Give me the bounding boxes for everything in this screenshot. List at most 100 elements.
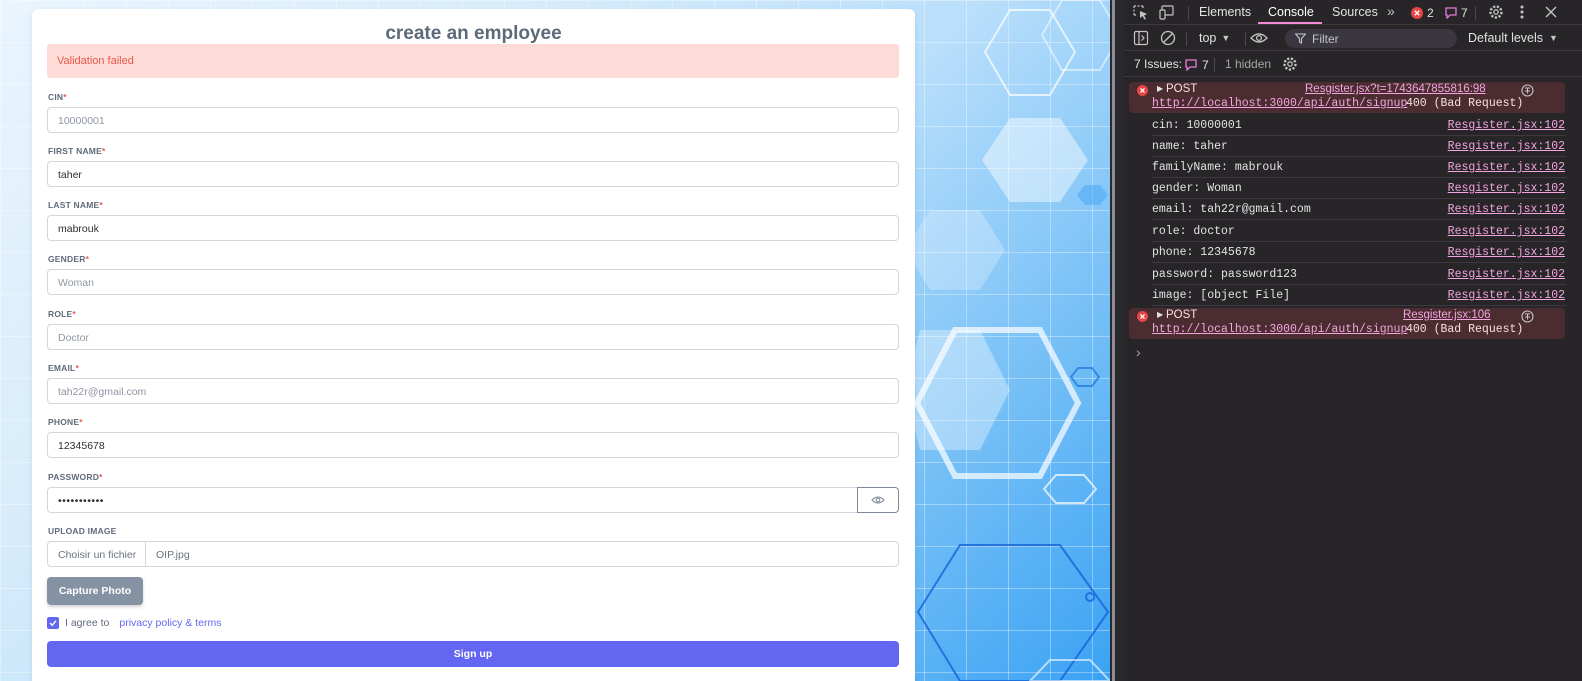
choose-file-button[interactable]: Choisir un fichier xyxy=(48,542,146,566)
console-error-message[interactable]: ▶ POST Resgister.jsx:106 http://localhos… xyxy=(1129,308,1565,339)
log-source-link[interactable]: Resgister.jsx:102 xyxy=(1448,203,1565,216)
expand-triangle-icon[interactable]: ▶ xyxy=(1157,84,1163,93)
close-icon[interactable] xyxy=(1545,6,1557,18)
clear-console-icon[interactable] xyxy=(1160,30,1176,46)
message-icon xyxy=(1445,7,1457,19)
context-selector[interactable]: top ▼ xyxy=(1199,31,1230,45)
error-source-link[interactable]: Resgister.jsx?t=1743647855816:98 xyxy=(1305,83,1486,95)
error-source-link[interactable]: Resgister.jsx:106 xyxy=(1403,309,1491,321)
email-input[interactable]: tah22r@gmail.com xyxy=(47,378,899,404)
log-text: gender: Woman xyxy=(1152,182,1242,195)
error-icon xyxy=(1137,311,1148,322)
agree-text: I agree to xyxy=(65,617,110,629)
upload-image-label: UPLOAD IMAGE xyxy=(48,526,117,536)
devtools-resize-handle[interactable] xyxy=(1110,0,1124,681)
log-levels-dropdown[interactable]: Default levels ▼ xyxy=(1468,31,1558,45)
log-text: role: doctor xyxy=(1152,225,1235,238)
inspect-element-icon[interactable] xyxy=(1133,5,1149,20)
last-name-label: LAST NAME* xyxy=(48,200,103,210)
first-name-label: FIRST NAME* xyxy=(48,146,106,156)
resize-bar xyxy=(1112,0,1115,681)
toolbar-separator xyxy=(1214,58,1215,72)
ai-insight-icon[interactable] xyxy=(1521,84,1534,97)
first-name-input[interactable]: taher xyxy=(47,161,899,187)
log-source-link[interactable]: Resgister.jsx:102 xyxy=(1448,246,1565,259)
error-count: 2 xyxy=(1427,6,1434,20)
sidebar-toggle-icon[interactable] xyxy=(1133,30,1149,46)
phone-label: PHONE* xyxy=(48,417,83,427)
upload-image-input[interactable]: Choisir un fichier OIP.jpg xyxy=(47,541,899,567)
log-source-link[interactable]: Resgister.jsx:102 xyxy=(1448,161,1565,174)
error-icon xyxy=(1137,85,1148,96)
log-source-link[interactable]: Resgister.jsx:102 xyxy=(1448,119,1565,132)
sign-up-button[interactable]: Sign up xyxy=(47,641,899,667)
console-error-message[interactable]: ▶ POST Resgister.jsx?t=1743647855816:98 … xyxy=(1129,82,1565,113)
cin-input[interactable]: 10000001 xyxy=(47,107,899,133)
ai-insight-icon[interactable] xyxy=(1521,310,1534,323)
role-input[interactable]: Doctor xyxy=(47,324,899,350)
capture-photo-button[interactable]: Capture Photo xyxy=(47,577,143,605)
console-log-row: role: doctor Resgister.jsx:102 xyxy=(1152,221,1566,242)
password-label: PASSWORD* xyxy=(48,472,103,482)
message-count: 7 xyxy=(1461,6,1468,20)
agree-checkbox[interactable] xyxy=(47,617,59,629)
expand-triangle-icon[interactable]: ▶ xyxy=(1157,310,1163,319)
toolbar-separator xyxy=(1475,6,1476,20)
console-log-row: phone: 12345678 Resgister.jsx:102 xyxy=(1152,242,1566,263)
console-log-row: email: tah22r@gmail.com Resgister.jsx:102 xyxy=(1152,199,1566,220)
log-source-link[interactable]: Resgister.jsx:102 xyxy=(1448,182,1565,195)
role-label: ROLE* xyxy=(48,309,76,319)
toggle-password-visibility-button[interactable] xyxy=(857,487,899,513)
request-url-link[interactable]: http://localhost:3000/api/auth/signup xyxy=(1152,97,1407,110)
create-employee-form: create an employee Validation failed CIN… xyxy=(32,9,915,681)
log-text: phone: 12345678 xyxy=(1152,246,1256,259)
settings-gear-icon[interactable] xyxy=(1488,4,1504,20)
console-filter-input[interactable]: Filter xyxy=(1285,29,1457,48)
console-log-row: cin: 10000001 Resgister.jsx:102 xyxy=(1152,115,1566,136)
message-counter[interactable]: 7 xyxy=(1445,6,1468,20)
issues-label[interactable]: 7 Issues: xyxy=(1134,57,1182,71)
settings-gear-icon[interactable] xyxy=(1282,56,1298,72)
last-name-input[interactable]: mabrouk xyxy=(47,215,899,241)
issues-bar: 7 Issues: 7 1 hidden xyxy=(1124,52,1582,77)
log-text: cin: 10000001 xyxy=(1152,119,1242,132)
cin-label: CIN* xyxy=(48,92,67,102)
active-tab-indicator xyxy=(1258,22,1322,24)
tab-elements[interactable]: Elements xyxy=(1199,5,1251,19)
toolbar-separator xyxy=(1245,32,1246,46)
request-method: POST xyxy=(1166,309,1198,321)
log-source-link[interactable]: Resgister.jsx:102 xyxy=(1448,140,1565,153)
toolbar-separator xyxy=(1186,32,1187,46)
console-log-row: gender: Woman Resgister.jsx:102 xyxy=(1152,178,1566,199)
dropdown-arrow-icon: ▼ xyxy=(1549,33,1558,43)
privacy-policy-link[interactable]: privacy policy & terms xyxy=(119,617,221,629)
gender-input[interactable]: Woman xyxy=(47,269,899,295)
log-text: familyName: mabrouk xyxy=(1152,161,1284,174)
hidden-count: 1 hidden xyxy=(1225,57,1272,71)
error-counter[interactable]: 2 xyxy=(1411,6,1434,20)
context-value: top xyxy=(1199,31,1217,45)
live-expression-eye-icon[interactable] xyxy=(1250,32,1268,44)
log-levels-value: Default levels xyxy=(1468,31,1544,45)
console-log-row: image: [object File] Resgister.jsx:102 xyxy=(1152,285,1566,306)
more-options-icon[interactable] xyxy=(1518,4,1526,20)
dropdown-arrow-icon: ▼ xyxy=(1221,33,1231,43)
password-input[interactable]: ••••••••••• xyxy=(47,487,858,513)
more-tabs-icon[interactable]: » xyxy=(1387,3,1395,19)
log-source-link[interactable]: Resgister.jsx:102 xyxy=(1448,268,1565,281)
log-source-link[interactable]: Resgister.jsx:102 xyxy=(1448,289,1565,302)
toolbar-separator xyxy=(1188,6,1189,20)
console-prompt[interactable]: › xyxy=(1136,344,1141,360)
terms-agreement-row: I agree to privacy policy & terms xyxy=(47,616,221,630)
tab-sources[interactable]: Sources xyxy=(1332,5,1378,19)
email-label: EMAIL* xyxy=(48,363,79,373)
device-toolbar-icon[interactable] xyxy=(1159,5,1175,20)
gender-label: GENDER* xyxy=(48,254,90,264)
web-page-viewport: create an employee Validation failed CIN… xyxy=(0,0,1110,681)
request-url-link[interactable]: http://localhost:3000/api/auth/signup xyxy=(1152,323,1407,336)
issues-counter[interactable]: 7 xyxy=(1185,58,1209,72)
phone-input[interactable]: 12345678 xyxy=(47,432,899,458)
tab-console[interactable]: Console xyxy=(1268,5,1314,19)
log-source-link[interactable]: Resgister.jsx:102 xyxy=(1448,225,1565,238)
eye-icon xyxy=(871,496,885,504)
